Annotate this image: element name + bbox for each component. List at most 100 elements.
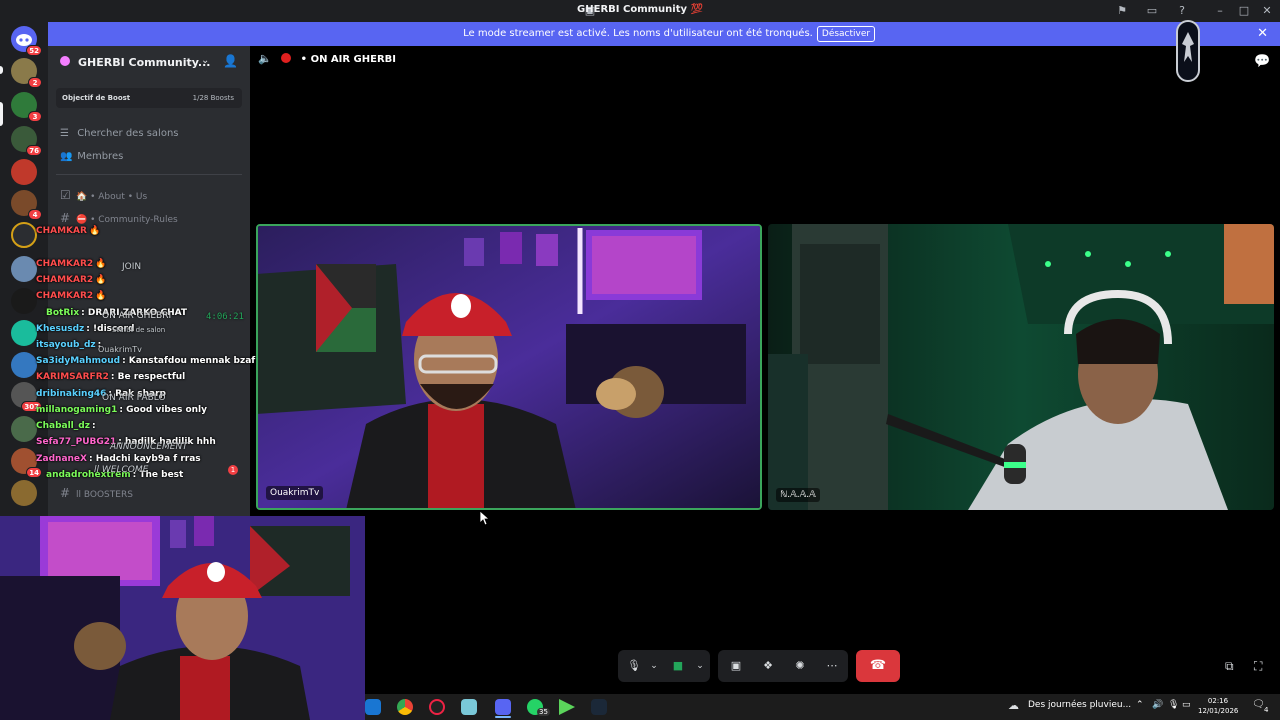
chat-text: 🔥 bbox=[95, 275, 107, 285]
network-icon[interactable]: ▭ bbox=[1182, 700, 1191, 710]
inbox-icon[interactable]: ▭ bbox=[1144, 3, 1160, 19]
clock-time: 02:16 bbox=[1207, 697, 1229, 705]
boost-label: Objectif de Boost bbox=[62, 94, 131, 102]
browse-channels[interactable]: ☰ Chercher des salons bbox=[60, 128, 179, 139]
chat-user: dribinaking46 bbox=[36, 389, 107, 399]
boost-count: 1/28 Boosts bbox=[192, 94, 234, 102]
disconnect-button[interactable]: ☎ bbox=[856, 650, 900, 682]
clock-date: 12/01/2026 bbox=[1198, 707, 1239, 715]
video-tile-naaa[interactable]: ℕ.𝔸.𝔸.𝔸 bbox=[768, 224, 1274, 510]
bullet: • bbox=[300, 54, 308, 65]
call-actions: ▣ ❖ ✺ ⋯ bbox=[718, 650, 848, 682]
voice-status[interactable]: Statut de salon bbox=[112, 326, 165, 334]
flag-icon[interactable]: ⚑ bbox=[1114, 3, 1130, 19]
activities-icon[interactable]: ❖ bbox=[760, 658, 776, 674]
volume-icon[interactable]: 🔊 bbox=[1152, 700, 1163, 710]
discord-window: ▣ GHERBI Community 💯 ⚑ ▭ ? – □ ✕ 52 2 3 … bbox=[0, 0, 1280, 720]
boost-goal[interactable]: Objectif de Boost 1/28 Boosts bbox=[56, 88, 242, 108]
weather-text[interactable]: Des journées pluvieu... bbox=[1028, 700, 1131, 710]
steam-icon[interactable] bbox=[591, 699, 607, 715]
chrome-icon[interactable] bbox=[397, 699, 413, 715]
chat-text: : Good vibes only bbox=[119, 405, 207, 415]
chat-user: CHAMKAR2 bbox=[36, 259, 94, 269]
guild-name[interactable]: GHERBI Community... bbox=[78, 56, 210, 69]
whatsapp-badge: 35 bbox=[537, 708, 550, 716]
banner-message: Le mode streamer est activé. Les noms d'… bbox=[463, 28, 813, 39]
tray-chevron-icon[interactable]: ⌃ bbox=[1136, 700, 1144, 710]
voice-member[interactable]: OuakrimTv bbox=[98, 345, 142, 354]
app-icon[interactable] bbox=[429, 699, 445, 715]
channel-announcement[interactable]: ANNOUNCEMENT bbox=[110, 442, 188, 452]
camera-icon[interactable]: ■ bbox=[670, 658, 686, 674]
chat-user: Chaball_dz bbox=[36, 421, 90, 431]
browse-label: Chercher des salons bbox=[77, 128, 179, 139]
server-badge: 2 bbox=[28, 77, 42, 88]
chat-message: itsayoub_dz: bbox=[36, 340, 101, 350]
chat-user: CHAMKAR bbox=[36, 226, 87, 236]
chat-text: : bbox=[91, 421, 96, 431]
notification-icon[interactable]: 🗨 bbox=[1252, 699, 1265, 710]
chat-message: Sa3idyMahmoud: Kanstafdou mennak bzaf f … bbox=[36, 356, 287, 366]
minimize-icon[interactable]: – bbox=[1212, 3, 1228, 19]
popout-icon[interactable]: ⧉ bbox=[1225, 659, 1234, 674]
notes-icon[interactable] bbox=[461, 699, 477, 715]
server-badge: 4 bbox=[28, 209, 42, 220]
video-tile-ouakrimtv[interactable]: OuakrimTv bbox=[256, 224, 762, 510]
screen-share-icon[interactable]: ▣ bbox=[728, 658, 744, 674]
disable-streamer-mode-button[interactable]: Désactiver bbox=[817, 26, 875, 42]
members-link[interactable]: 👥 Membres bbox=[60, 151, 123, 162]
window-title: GHERBI Community 💯 bbox=[577, 4, 703, 15]
server-icon[interactable] bbox=[11, 159, 37, 185]
server-icon[interactable]: 3 bbox=[11, 92, 42, 122]
speaker-icon[interactable]: 🔈 bbox=[258, 52, 272, 65]
voice-channel-join[interactable]: JOIN bbox=[122, 262, 141, 272]
fullscreen-icon[interactable]: ⛶ bbox=[1254, 659, 1262, 674]
system-clock[interactable]: 02:16 12/01/2026 bbox=[1198, 696, 1238, 716]
chat-user: Sa3idyMahmoud bbox=[36, 356, 121, 366]
chat-message: ZadnaneX: Hadchi kayb9a f rras bbox=[36, 454, 201, 464]
chat-message: CHAMKAR 🔥 bbox=[36, 226, 100, 236]
live-dot-icon bbox=[281, 53, 292, 63]
streamer-logo bbox=[1176, 20, 1200, 82]
divider bbox=[56, 174, 242, 175]
microphone-icon[interactable]: 🎙 bbox=[626, 658, 642, 674]
mic-options-chevron-icon[interactable]: ⌄ bbox=[646, 658, 662, 674]
hang-up-icon: ☎ bbox=[869, 658, 887, 673]
webcam-overlay bbox=[0, 516, 365, 720]
direct-messages-icon[interactable]: 52 bbox=[11, 26, 42, 56]
more-options-icon[interactable]: ⋯ bbox=[824, 658, 840, 674]
server-icon[interactable]: 76 bbox=[11, 126, 42, 156]
close-banner-icon[interactable]: ✕ bbox=[1257, 26, 1268, 41]
chat-text: 🔥 bbox=[95, 259, 107, 269]
add-member-icon[interactable]: 👤 bbox=[223, 54, 238, 68]
chat-message: Chaball_dz: bbox=[36, 421, 96, 431]
media-player-icon[interactable] bbox=[559, 699, 575, 715]
outlook-icon[interactable] bbox=[365, 699, 381, 715]
chat-user: KARIMSARFR2 bbox=[36, 372, 109, 382]
channel-welcome[interactable]: ll WELCOME bbox=[94, 465, 148, 475]
unread-badge: 1 bbox=[228, 465, 238, 475]
chevron-down-icon[interactable]: ⌄ bbox=[201, 55, 209, 66]
chat-bubble-icon[interactable]: 💬 bbox=[1254, 54, 1270, 69]
weather-icon[interactable]: ☁ bbox=[1008, 699, 1019, 712]
audio-video-controls: 🎙 ⌄ ■ ⌄ bbox=[618, 650, 710, 682]
discord-icon[interactable] bbox=[495, 699, 511, 715]
maximize-icon[interactable]: □ bbox=[1236, 3, 1252, 19]
soundboard-icon[interactable]: ✺ bbox=[792, 658, 808, 674]
boost-gem-icon bbox=[60, 56, 70, 66]
server-icon[interactable]: 4 bbox=[11, 190, 42, 220]
camera-options-chevron-icon[interactable]: ⌄ bbox=[692, 658, 708, 674]
close-window-icon[interactable]: ✕ bbox=[1259, 3, 1275, 19]
channel-about[interactable]: ☑ 🏠 • About • Us bbox=[60, 188, 147, 202]
chat-user: BotRix bbox=[46, 308, 80, 318]
mic-tray-icon[interactable]: 🎙 bbox=[1168, 700, 1179, 710]
voice-channel-on-air-ghebri[interactable]: ON AIR GHEBRI bbox=[102, 311, 171, 321]
chat-message: CHAMKAR2 🔥 bbox=[36, 291, 106, 301]
voice-channel-on-air-pablo[interactable]: ON AIR PABLO bbox=[102, 393, 166, 403]
chat-text: 🔥 bbox=[88, 226, 101, 236]
server-icon[interactable]: 2 bbox=[11, 58, 42, 88]
selected-pill bbox=[0, 102, 3, 126]
help-icon[interactable]: ? bbox=[1174, 3, 1190, 19]
active-indicator bbox=[495, 716, 511, 718]
chat-user: CHAMKAR2 bbox=[36, 291, 94, 301]
